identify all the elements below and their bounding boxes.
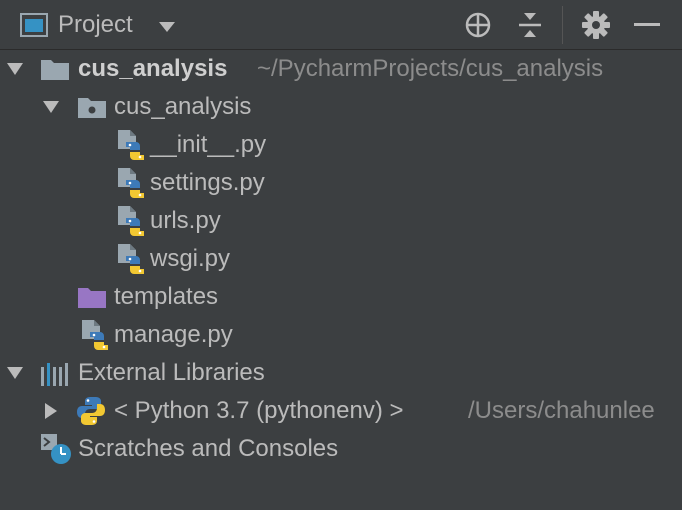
file-name: urls.py [150, 207, 221, 234]
tree-item-root-project[interactable]: cus_analysis ~/PycharmProjects/cus_analy… [0, 50, 682, 88]
view-selector-label[interactable]: Project [58, 10, 133, 40]
python-file-icon [118, 206, 144, 236]
folder-icon [41, 60, 69, 80]
python-file-icon [118, 244, 144, 274]
tree-item-external-libraries[interactable]: External Libraries [0, 354, 682, 392]
tree-item-templates[interactable]: templates [0, 278, 682, 316]
header-divider [562, 6, 563, 44]
root-project-path: ~/PycharmProjects/cus_analysis [257, 55, 604, 82]
python-file-icon [118, 130, 144, 160]
scratches-label: Scratches and Consoles [78, 435, 339, 462]
locate-file-icon[interactable] [464, 11, 492, 39]
package-folder-icon [78, 98, 106, 118]
python-file-icon [118, 168, 144, 198]
tree-item-file[interactable]: __init__.py [0, 126, 682, 164]
manage-file-name: manage.py [114, 321, 233, 348]
tree-item-file[interactable]: wsgi.py [0, 240, 682, 278]
scratches-icon [41, 434, 71, 464]
tree-item-scratches[interactable]: Scratches and Consoles [0, 430, 682, 468]
expanded-arrow-icon[interactable] [6, 62, 24, 76]
package-name: cus_analysis [114, 93, 252, 120]
tree-item-package[interactable]: cus_analysis [0, 88, 682, 126]
templates-folder-icon [78, 288, 106, 308]
collapsed-arrow-icon[interactable] [44, 402, 58, 420]
expanded-arrow-icon[interactable] [42, 100, 60, 114]
root-project-name: cus_analysis [78, 55, 228, 82]
tree-item-file[interactable]: settings.py [0, 164, 682, 202]
python-env-label: < Python 3.7 (pythonenv) > [114, 397, 404, 424]
tree-item-python-env[interactable]: < Python 3.7 (pythonenv) > /Users/chahun… [0, 392, 682, 430]
tree-item-manage[interactable]: manage.py [0, 316, 682, 354]
project-tool-window-header: Project [0, 0, 682, 50]
python-env-path: /Users/chahunlee [468, 397, 655, 424]
file-name: wsgi.py [150, 245, 231, 272]
file-name: settings.py [150, 169, 265, 196]
minimize-icon[interactable] [634, 22, 660, 28]
file-name: __init__.py [150, 131, 267, 158]
python-file-icon [82, 320, 108, 350]
library-icon [41, 363, 68, 386]
tree-item-file[interactable]: urls.py [0, 202, 682, 240]
templates-folder-name: templates [114, 283, 219, 310]
gear-icon[interactable] [581, 10, 611, 40]
expanded-arrow-icon[interactable] [6, 366, 24, 380]
chevron-down-icon[interactable] [158, 21, 176, 33]
external-libraries-label: External Libraries [78, 359, 265, 386]
project-window-icon[interactable] [20, 13, 48, 37]
collapse-all-icon[interactable] [516, 11, 544, 39]
python-logo-icon [77, 397, 105, 425]
